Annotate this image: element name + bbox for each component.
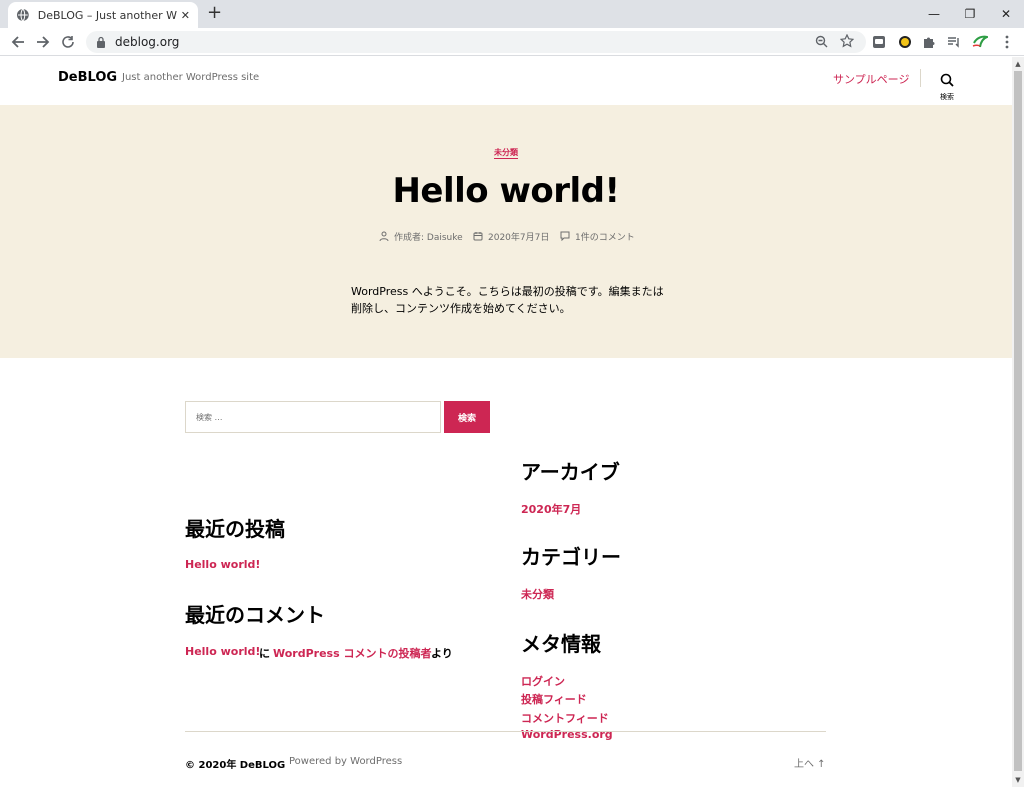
back-to-top-link[interactable]: 上へ ↑	[794, 755, 826, 770]
archive-link[interactable]: 2020年7月	[521, 501, 581, 517]
restore-button[interactable]: ❐	[952, 0, 988, 28]
globe-icon	[16, 8, 29, 22]
url-text: deblog.org	[115, 35, 180, 49]
search-icon	[940, 73, 954, 87]
scroll-up-arrow-icon[interactable]: ▲	[1014, 59, 1022, 69]
scrollbar-thumb[interactable]	[1014, 71, 1022, 771]
forward-button[interactable]	[33, 32, 53, 52]
browser-tab-strip: DeBLOG – Just another WordPress site ✕ +…	[0, 0, 1024, 28]
archives-heading: アーカイブ	[521, 460, 620, 484]
menu-kebab-icon[interactable]	[998, 33, 1016, 51]
comment-from-text: より	[431, 647, 453, 660]
categories-heading: カテゴリー	[521, 545, 621, 569]
tab-title: DeBLOG – Just another WordPress site	[37, 8, 177, 22]
site-title[interactable]: DeBLOG	[58, 70, 117, 85]
recent-comments-heading: 最近のコメント	[185, 603, 325, 627]
user-icon	[379, 231, 389, 241]
arrow-right-icon	[37, 36, 50, 48]
search-toggle-label: 検索	[940, 93, 954, 101]
calendar-icon	[473, 232, 483, 241]
meta-comments-feed-link[interactable]: コメントフィード	[521, 710, 609, 726]
arrow-left-icon	[11, 36, 24, 48]
widget-search-input[interactable]: 検索 …	[185, 401, 441, 433]
site-header: DeBLOG Just another WordPress site サンプルペ…	[0, 57, 1012, 105]
bookmark-star-icon[interactable]	[838, 32, 856, 50]
browser-tab[interactable]: DeBLOG – Just another WordPress site ✕	[8, 2, 198, 28]
lock-icon	[97, 36, 105, 48]
page-viewport: DeBLOG Just another WordPress site サンプルペ…	[0, 57, 1012, 787]
widget-search-button[interactable]: 検索	[444, 401, 490, 433]
close-tab-icon[interactable]: ✕	[181, 9, 190, 22]
post-comments-text: 1件のコメント	[575, 232, 635, 243]
post-excerpt: WordPress へようこそ。こちらは最初の投稿です。編集または削除し、コンテ…	[351, 285, 664, 315]
post-title[interactable]: Hello world!	[0, 171, 1012, 211]
extension-chat-icon[interactable]	[870, 33, 888, 51]
post-date-text: 2020年7月7日	[488, 232, 550, 243]
post-author[interactable]: 作成者: Daisuke	[379, 229, 463, 243]
minimize-button[interactable]: —	[916, 0, 952, 28]
footer-powered-by[interactable]: Powered by WordPress	[289, 756, 402, 767]
footer-copyright[interactable]: © 2020年 DeBLOG	[185, 756, 285, 771]
puzzle-icon[interactable]	[920, 33, 938, 51]
category-link[interactable]: 未分類	[521, 586, 554, 602]
post-hero: 未分類 Hello world! 作成者: Daisuke 2020年7月7日 …	[0, 105, 1012, 358]
widget-area: 検索 … 検索 最近の投稿 Hello world! 最近のコメント Hello…	[0, 358, 1012, 787]
browser-toolbar: deblog.org	[0, 28, 1024, 56]
post-category-wrap: 未分類	[0, 147, 1012, 159]
post-category-link[interactable]: 未分類	[494, 148, 518, 159]
comment-author-link[interactable]: WordPress コメントの投稿者	[273, 645, 431, 661]
window-close-button[interactable]: ✕	[988, 0, 1024, 28]
extension-leaf-icon[interactable]	[971, 33, 989, 51]
comment-post-link[interactable]: Hello world!	[185, 645, 260, 658]
scroll-down-arrow-icon[interactable]: ▼	[1014, 775, 1022, 785]
meta-login-link[interactable]: ログイン	[521, 673, 565, 689]
meta-entries-feed-link[interactable]: 投稿フィード	[521, 691, 587, 707]
new-tab-button[interactable]: +	[207, 4, 222, 22]
post-comments-link[interactable]: 1件のコメント	[560, 229, 635, 243]
back-button[interactable]	[8, 32, 28, 52]
zoom-icon[interactable]	[812, 32, 830, 50]
meta-wordpress-link[interactable]: WordPress.org	[521, 728, 613, 741]
footer-divider	[185, 731, 826, 732]
site-description: Just another WordPress site	[122, 72, 260, 83]
page-scrollbar[interactable]: ▲ ▼	[1012, 57, 1024, 787]
search-toggle-button[interactable]: 検索	[930, 69, 964, 103]
meta-heading: メタ情報	[521, 632, 601, 656]
recent-posts-heading: 最近の投稿	[185, 517, 285, 541]
reload-button[interactable]	[58, 32, 78, 52]
extension-circle-icon[interactable]	[896, 33, 914, 51]
recent-post-link[interactable]: Hello world!	[185, 558, 260, 571]
post-date[interactable]: 2020年7月7日	[473, 229, 549, 243]
reading-list-icon[interactable]	[945, 33, 963, 51]
comment-icon	[560, 231, 570, 241]
reload-icon	[62, 36, 74, 48]
address-bar[interactable]: deblog.org	[86, 31, 866, 53]
post-author-text: 作成者: Daisuke	[394, 232, 463, 243]
header-divider	[920, 69, 921, 87]
nav-sample-page[interactable]: サンプルページ	[833, 71, 909, 87]
comment-on-text: に	[259, 647, 270, 660]
